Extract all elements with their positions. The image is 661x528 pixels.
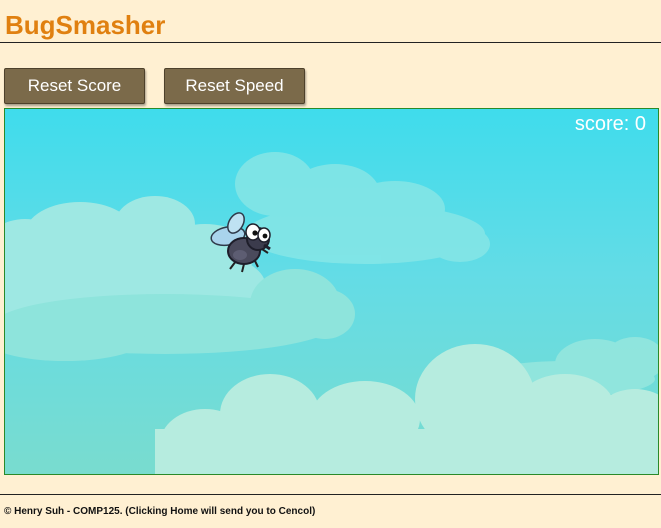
reset-score-button[interactable]: Reset Score [4,68,145,104]
score-label: score: [574,113,630,135]
score-display: score: 0 [575,113,646,136]
sky-clouds-background [5,152,658,474]
reset-speed-button[interactable]: Reset Speed [164,68,305,104]
header-divider [0,42,661,43]
footer-divider [0,494,661,495]
fly-bug-icon[interactable] [208,209,278,279]
game-canvas[interactable]: score: 0 [4,108,659,475]
footer-text: © Henry Suh - COMP125. (Clicking Home wi… [4,506,316,517]
page-title: BugSmasher [5,10,166,40]
score-value: 0 [634,113,646,135]
